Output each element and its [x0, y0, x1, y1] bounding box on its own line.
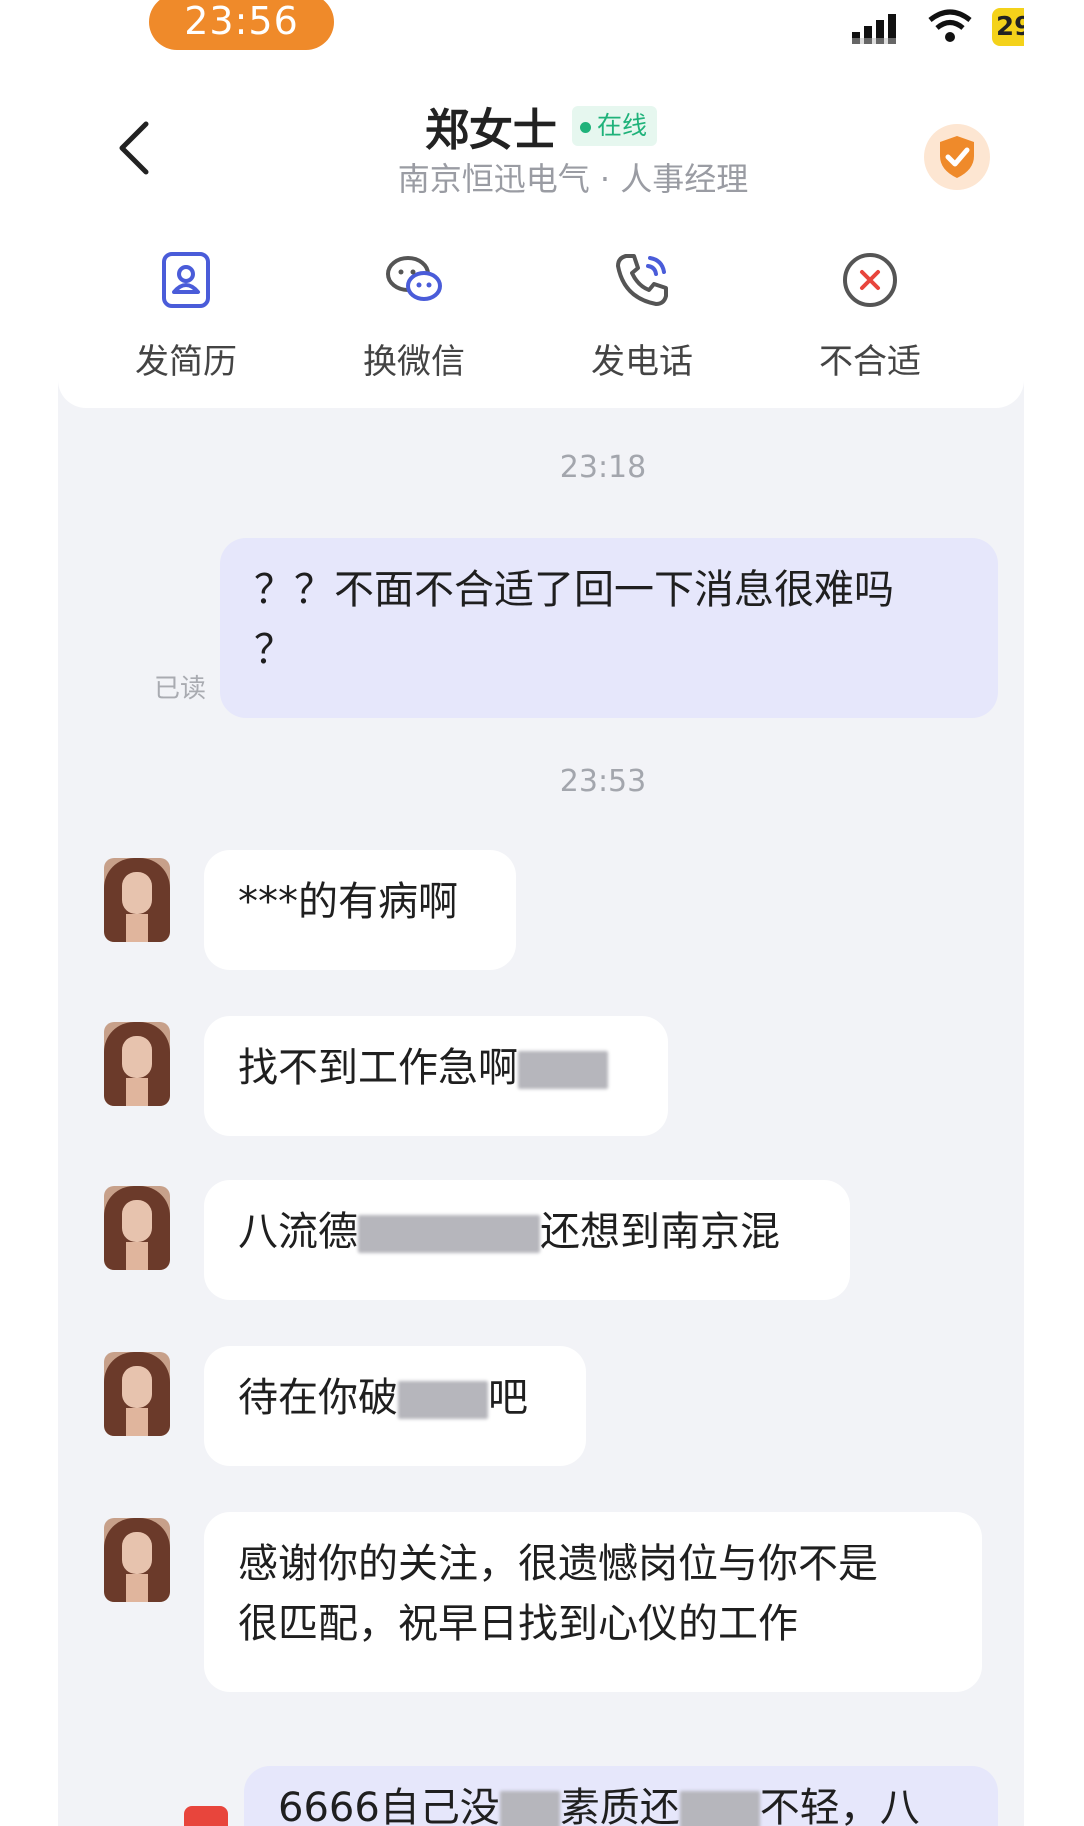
message-text: 不轻，八	[759, 1785, 920, 1826]
contact-avatar[interactable]	[104, 1352, 170, 1436]
their-message-bubble[interactable]: 感谢你的关注，很遗憾岗位与你不是 很匹配，祝早日找到心仪的工作	[204, 1512, 982, 1692]
blurred-text	[358, 1215, 540, 1253]
wechat-icon	[386, 256, 442, 301]
contact-company-role: 南京恒迅电气 · 人事经理	[397, 160, 749, 198]
reject-icon	[843, 253, 897, 307]
exchange-wechat-label: 换微信	[363, 342, 465, 382]
blurred-text	[398, 1381, 488, 1419]
their-message-bubble[interactable]: 找不到工作急啊	[204, 1016, 668, 1136]
status-time: 23:56	[149, 0, 334, 50]
chat-screen: 23:56 29 郑女士 在线 南京恒迅电气 · 人事经理 发简历 换微信 发电…	[58, 0, 1024, 1826]
my-message-bubble[interactable]: 6666自己没 素质还 不轻，八	[244, 1766, 998, 1826]
message-text-line: 感谢你的关注，很遗憾岗位与你不是	[238, 1541, 878, 1587]
message-text: 素质还	[559, 1785, 680, 1826]
resume-icon	[162, 252, 210, 308]
message-text: 还想到南京混	[540, 1209, 780, 1255]
phone-icon	[616, 254, 668, 306]
contact-avatar[interactable]	[104, 1022, 170, 1106]
status-bar: 23:56 29	[58, 0, 1024, 58]
contact-avatar[interactable]	[104, 1518, 170, 1602]
timestamp: 23:18	[559, 450, 647, 485]
timestamp: 23:53	[559, 764, 647, 799]
contact-avatar[interactable]	[104, 858, 170, 942]
my-message-bubble[interactable]: ？？不面不合适了回一下消息很难吗 ？	[220, 538, 998, 718]
wifi-icon	[928, 9, 972, 42]
message-text-line: ？？不面不合适了回一下消息很难吗	[254, 567, 894, 613]
action-bar: 发简历 换微信 发电话 不合适	[58, 248, 1024, 398]
message-text-line: ？	[254, 627, 294, 673]
message-text: 6666自己没	[278, 1785, 500, 1826]
exchange-wechat-button[interactable]: 换微信	[334, 248, 494, 383]
online-dot-icon	[580, 121, 592, 133]
online-status-badge: 在线	[572, 106, 658, 146]
battery-icon: 29	[992, 8, 1024, 46]
send-resume-button[interactable]: 发简历	[106, 248, 266, 383]
message-text: 待在你破	[238, 1375, 398, 1421]
not-suitable-button[interactable]: 不合适	[790, 248, 950, 383]
signal-icon	[852, 14, 896, 44]
chat-header: 郑女士 在线 南京恒迅电气 · 人事经理 发简历 换微信 发电话 不合适	[58, 58, 1024, 408]
blurred-text	[679, 1791, 760, 1826]
message-text-line: 很匹配，祝早日找到心仪的工作	[238, 1601, 798, 1647]
message-text: 吧	[488, 1375, 528, 1421]
blurred-text	[518, 1051, 608, 1089]
message-text: ***的有病啊	[238, 879, 458, 925]
read-receipt: 已读	[154, 674, 207, 704]
call-phone-label: 发电话	[591, 342, 693, 382]
title-row: 郑女士 在线	[58, 94, 1024, 158]
message-text: 找不到工作急啊	[238, 1045, 518, 1091]
send-resume-label: 发简历	[135, 342, 237, 382]
message-text: 八流德	[238, 1209, 358, 1255]
unread-badge-icon	[184, 1806, 228, 1826]
shield-check-icon[interactable]	[922, 122, 992, 192]
online-status-text: 在线	[597, 111, 648, 140]
their-message-bubble[interactable]: 待在你破 吧	[204, 1346, 586, 1466]
contact-avatar[interactable]	[104, 1186, 170, 1270]
their-message-bubble[interactable]: 八流德 还想到南京混	[204, 1180, 850, 1300]
their-message-bubble[interactable]: ***的有病啊	[204, 850, 516, 970]
contact-name: 郑女士	[424, 105, 557, 156]
blurred-text	[499, 1791, 560, 1826]
not-suitable-label: 不合适	[819, 342, 921, 382]
call-phone-button[interactable]: 发电话	[562, 248, 722, 383]
